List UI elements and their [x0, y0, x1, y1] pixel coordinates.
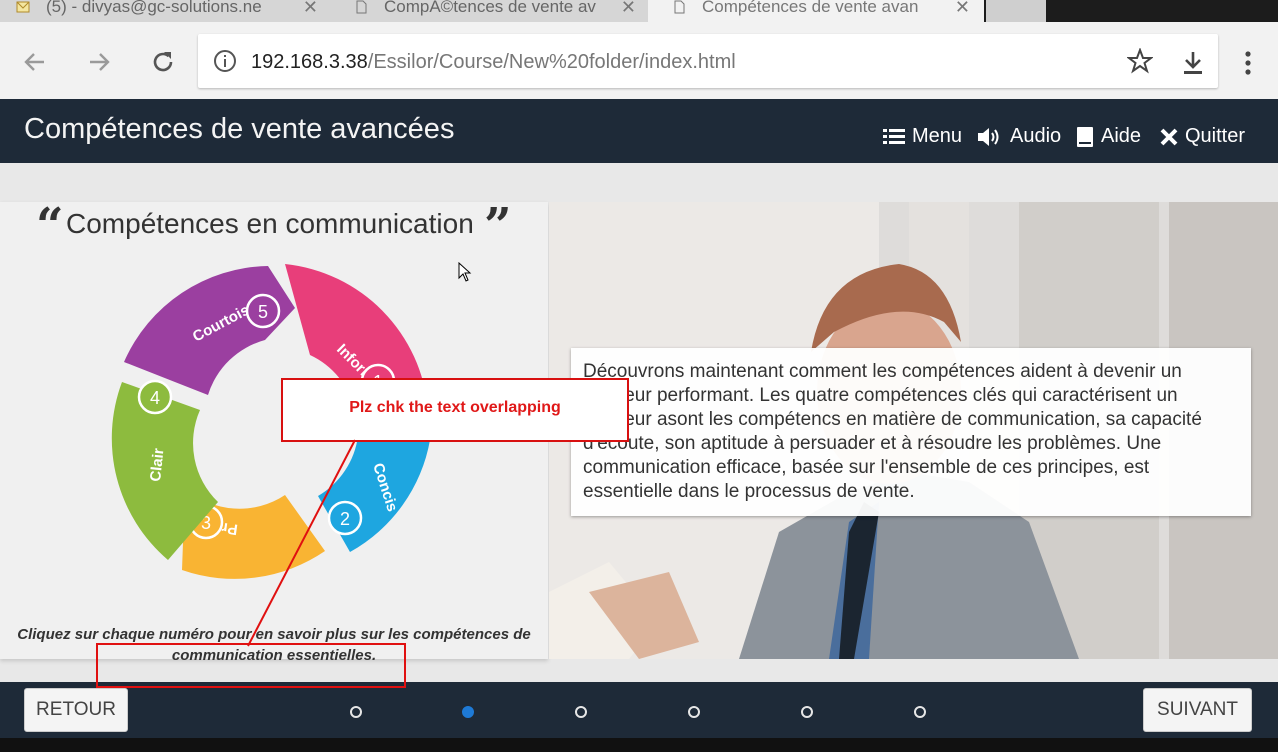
mouse-cursor-icon — [458, 262, 472, 282]
annotation-arrow — [247, 439, 356, 647]
